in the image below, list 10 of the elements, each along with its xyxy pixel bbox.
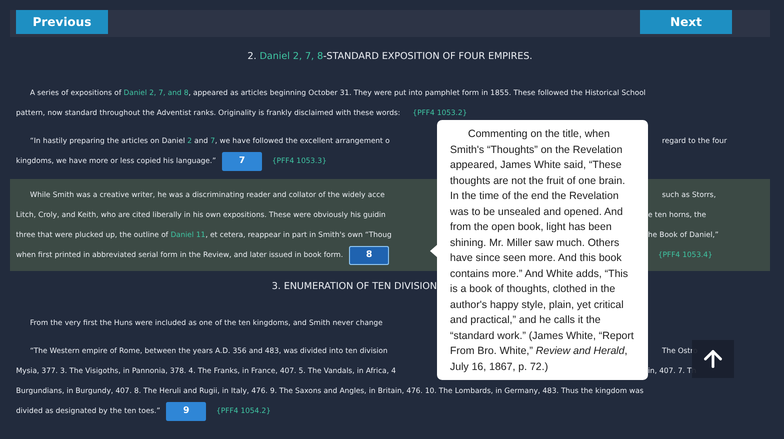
next-button[interactable]: Next: [640, 10, 732, 34]
body-text: -STANDARD EXPOSITION OF FOUR EMPIRES.: [323, 51, 532, 62]
tooltip-text: Commenting on the title, when Smith's “Thoughts” on the Revelation appeared, James White said, “These thoughts are not the fruit of one brain. In the time of the end the Revelation was to be unsealed and opened. And from the open book, light has been shining. Mr. Miller saw much. Others have since seen more. And this book contains more.” And White adds, “This is a book of thoughts, clothed in the author's happy style, plain, yet critical and practical,” and he calls it the “standard work.” (James White, “Report From Bro. White,” Review and Herald, July 16, 1867, p. 72.): [450, 128, 634, 372]
footnote-button[interactable]: 9: [166, 402, 206, 420]
scripture-link[interactable]: Daniel 2, 7, 8: [260, 51, 324, 62]
body-text: 3. ENUMERATION OF TEN DIVISION: [272, 281, 437, 292]
body-text: 2.: [248, 51, 258, 62]
footnote-button[interactable]: 7: [222, 152, 262, 170]
footnote-button[interactable]: 8: [349, 246, 390, 264]
previous-button[interactable]: Previous: [16, 10, 108, 34]
